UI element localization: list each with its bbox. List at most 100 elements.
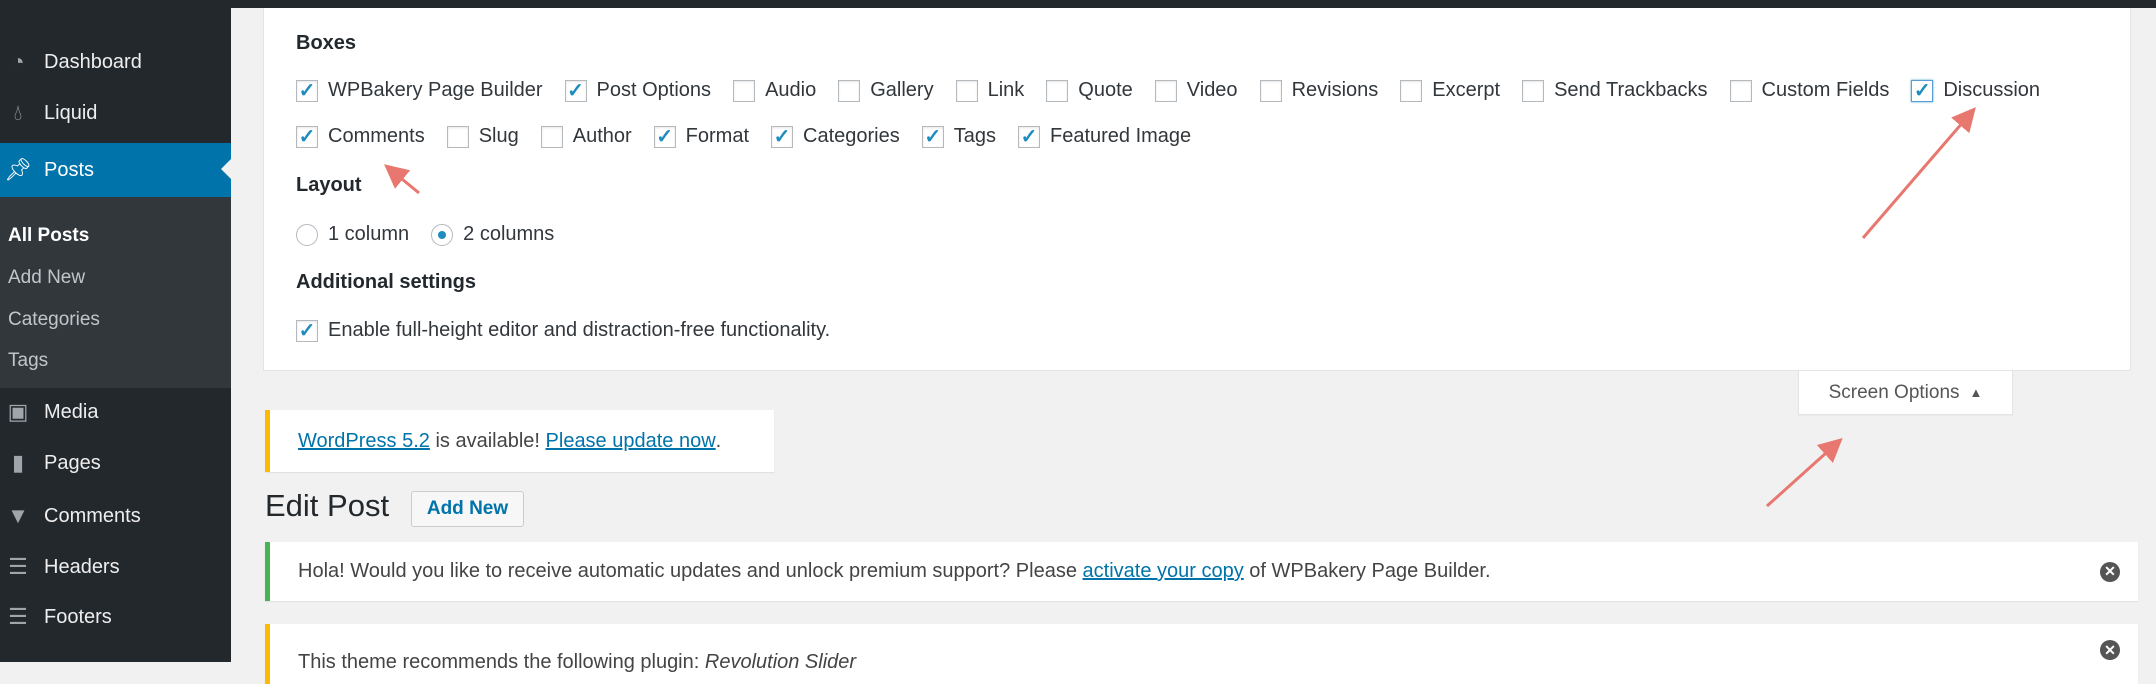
sidebar-item-label: Posts (44, 158, 95, 181)
checkbox[interactable] (1400, 79, 1423, 102)
checkbox[interactable]: ✓ (653, 125, 676, 148)
box-option-audio[interactable]: Audio (733, 79, 816, 102)
header-icon: ☰ (8, 554, 28, 579)
page-title: Edit Post (265, 488, 390, 523)
sidebar-item-posts[interactable]: 📌︎ Posts (0, 143, 231, 197)
checkbox[interactable]: ✓ (296, 79, 318, 102)
checkbox[interactable] (1046, 79, 1069, 102)
wordpress-version-link[interactable]: WordPress 5.2 (298, 430, 430, 453)
add-new-button[interactable]: Add New (411, 491, 524, 527)
layout-options: 1 column 2 columns (296, 223, 576, 246)
sidebar-item-pages[interactable]: ▮ Pages (0, 437, 231, 489)
submenu-tags[interactable]: Tags (8, 350, 48, 372)
checkbox[interactable] (1154, 79, 1177, 102)
drop-icon: 💧︎ (13, 100, 23, 125)
box-option-custom-fields[interactable]: Custom Fields (1729, 79, 1889, 102)
sidebar-item-liquid[interactable]: 💧︎ Liquid (0, 87, 231, 139)
box-option-slug[interactable]: Slug (446, 125, 519, 148)
checkbox-label: Audio (765, 79, 817, 101)
triangle-up-icon: ▲ (1969, 385, 1983, 400)
box-option-quote[interactable]: Quote (1046, 79, 1133, 102)
checkbox[interactable] (733, 79, 756, 102)
checkbox-label: Featured Image (1049, 125, 1192, 147)
notice-text: of WPBakery Page Builder. (1243, 560, 1491, 582)
checkbox[interactable] (955, 79, 978, 102)
checkbox[interactable]: ✓ (564, 79, 587, 102)
comment-icon: ▼ (7, 503, 29, 528)
box-option-link[interactable]: Link (955, 79, 1024, 102)
layout-heading: Layout (296, 174, 362, 196)
box-option-wpbakery-page-builder[interactable]: ✓ WPBakery Page Builder (296, 79, 543, 102)
sidebar-item-label: Dashboard (44, 50, 142, 73)
checkbox-label: Tags (953, 125, 996, 147)
annotation-arrow (1765, 437, 1843, 508)
notice-text: Hola! Would you like to receive automati… (298, 560, 1083, 582)
additional-settings-heading: Additional settings (296, 271, 476, 293)
layout-2-columns-radio[interactable]: 2 columns (431, 223, 554, 246)
sidebar-item-footers[interactable]: ☰ Footers (0, 591, 231, 643)
sidebar-item-label: Media (44, 400, 99, 423)
box-option-excerpt[interactable]: Excerpt (1400, 79, 1500, 102)
checkbox[interactable]: ✓ (771, 125, 794, 148)
box-option-post-options[interactable]: ✓ Post Options (564, 79, 711, 102)
checkbox[interactable]: ✓ (921, 125, 944, 148)
box-option-author[interactable]: Author (540, 125, 632, 148)
box-option-discussion[interactable]: ✓ Discussion (1911, 79, 2040, 102)
additional-settings-row: ✓ Enable full-height editor and distracti… (296, 319, 852, 342)
pin-icon: 📌︎ (4, 157, 32, 182)
theme-plugin-notice: This theme recommends the following plug… (265, 624, 2138, 684)
radio[interactable] (431, 223, 454, 246)
screen-options-toggle[interactable]: Screen Options ▲ (1798, 371, 2013, 415)
box-option-video[interactable]: Video (1154, 79, 1238, 102)
checkbox[interactable]: ✓ (1017, 125, 1040, 148)
admin-top-bar (0, 0, 2156, 8)
box-option-send-trackbacks[interactable]: Send Trackbacks (1522, 79, 1708, 102)
sidebar-item-media[interactable]: ▣ Media (0, 386, 231, 438)
notice-text: This theme recommends the following plug… (298, 651, 705, 673)
box-option-tags[interactable]: ✓ Tags (921, 125, 996, 148)
sidebar-item-label: Pages (44, 451, 101, 474)
checkbox[interactable] (540, 125, 563, 148)
box-option-revisions[interactable]: Revisions (1259, 79, 1379, 102)
checkbox-label: Revisions (1291, 79, 1379, 101)
submenu-add-new[interactable]: Add New (8, 267, 85, 289)
checkbox-label: Categories (803, 125, 900, 147)
checkbox[interactable]: ✓ (296, 125, 318, 148)
radio[interactable] (296, 223, 318, 246)
checkbox[interactable] (1522, 79, 1545, 102)
checkbox[interactable] (1729, 79, 1752, 102)
full-height-editor-checkbox[interactable]: ✓ Enable full-height editor and distracti… (296, 319, 830, 342)
checkbox[interactable]: ✓ (296, 319, 318, 342)
checkbox-label: Slug (478, 125, 519, 147)
box-option-comments[interactable]: ✓ Comments (296, 125, 425, 148)
update-now-link[interactable]: Please update now (546, 430, 716, 453)
checkbox[interactable] (446, 125, 469, 148)
dismiss-icon[interactable]: ✕ (2100, 640, 2120, 660)
box-option-gallery[interactable]: Gallery (838, 79, 934, 102)
media-icon: ▣ (7, 399, 29, 424)
checkbox-label: WPBakery Page Builder (328, 79, 543, 101)
posts-submenu: All Posts Add New Categories Tags (0, 197, 231, 388)
checkbox[interactable]: ✓ (1911, 79, 1934, 102)
sidebar-item-headers[interactable]: ☰ Headers (0, 541, 231, 593)
checkbox-label: Excerpt (1432, 79, 1501, 101)
box-option-featured-image[interactable]: ✓ Featured Image (1017, 125, 1192, 148)
checkbox-label: Enable full-height editor and distractio… (328, 319, 831, 341)
boxes-row-2: ✓ Comments Slug Author ✓ Format ✓ Categories ✓ Ta… (296, 125, 1213, 148)
box-option-categories[interactable]: ✓ Categories (771, 125, 900, 148)
submenu-categories[interactable]: Categories (8, 309, 100, 331)
checkbox[interactable] (1259, 79, 1282, 102)
box-option-format[interactable]: ✓ Format (653, 125, 749, 148)
sidebar-item-dashboard[interactable]: ◔ Dashboard (0, 36, 231, 88)
submenu-all-posts[interactable]: All Posts (8, 225, 89, 247)
dismiss-icon[interactable]: ✕ (2100, 561, 2120, 582)
screen-options-panel: Boxes ✓ WPBakery Page Builder ✓ Post Option… (263, 8, 2131, 371)
wpbakery-notice: Hola! Would you like to receive automati… (265, 542, 2138, 601)
checkbox[interactable] (838, 79, 861, 102)
plugin-name: Revolution Slider (704, 651, 857, 673)
sidebar-item-comments[interactable]: ▼ Comments (0, 490, 231, 542)
radio-selected-dot (438, 230, 447, 239)
layout-1-column-radio[interactable]: 1 column (296, 223, 409, 246)
activate-copy-link[interactable]: activate your copy (1083, 560, 1244, 583)
update-notice: WordPress 5.2 is available! Please updat… (265, 410, 774, 472)
